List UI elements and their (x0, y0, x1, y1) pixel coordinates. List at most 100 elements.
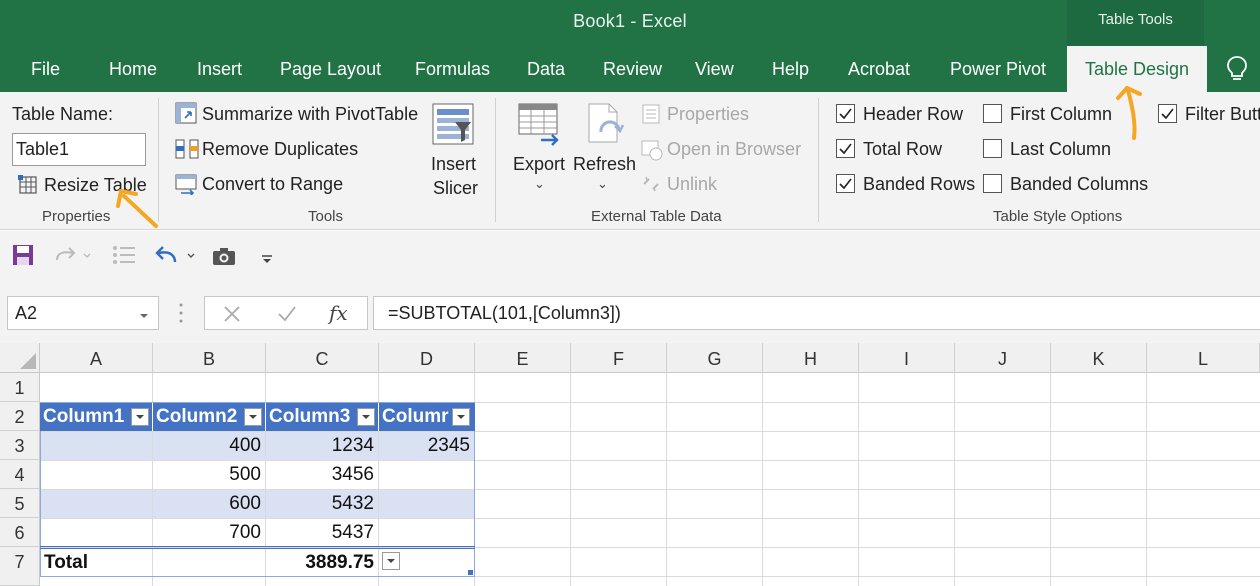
cancel-icon[interactable] (223, 305, 241, 328)
column-header-i[interactable]: I (859, 343, 955, 373)
gridline (1146, 373, 1147, 586)
save-icon[interactable] (12, 244, 34, 271)
filter-button-label[interactable]: Filter Butt (1185, 104, 1260, 125)
open-in-browser-icon (641, 139, 663, 166)
tab-file[interactable]: File (31, 46, 60, 92)
convert-to-range-icon[interactable] (175, 173, 199, 200)
resize-table-icon[interactable] (17, 174, 39, 201)
convert-to-range-button[interactable]: Convert to Range (202, 174, 343, 195)
customize-qat-dropdown-icon[interactable] (260, 251, 274, 269)
cell-b5[interactable]: 600 (153, 489, 265, 518)
summarize-pivottable-button[interactable]: Summarize with PivotTable (202, 104, 418, 125)
redo-icon[interactable] (54, 246, 92, 269)
cell-b3[interactable]: 400 (153, 431, 265, 460)
column-header-f[interactable]: F (571, 343, 667, 373)
total-row-label[interactable]: Total Row (863, 139, 942, 160)
filter-dropdown-icon[interactable] (131, 408, 149, 426)
group-divider (495, 98, 496, 222)
row-header-6[interactable]: 6 (0, 518, 40, 547)
gridline (858, 373, 859, 586)
header-row-checkbox[interactable] (836, 104, 855, 123)
remove-duplicates-button[interactable]: Remove Duplicates (202, 139, 358, 160)
ribbon-tabs: File Home Insert Page Layout Formulas Da… (0, 46, 1260, 92)
remove-duplicates-icon[interactable] (175, 138, 199, 165)
cell-b4[interactable]: 500 (153, 460, 265, 489)
insert-function-button[interactable]: fx (329, 301, 348, 325)
formula-input[interactable]: =SUBTOTAL(101,[Column3]) (373, 296, 1260, 330)
cell-c4[interactable]: 3456 (266, 460, 378, 489)
bullet-list-icon[interactable] (112, 244, 136, 271)
total-row-checkbox[interactable] (836, 139, 855, 158)
tab-page-layout[interactable]: Page Layout (280, 46, 381, 92)
cell-c5[interactable]: 5432 (266, 489, 378, 518)
header-row-label[interactable]: Header Row (863, 104, 963, 125)
refresh-button[interactable]: Refresh (573, 154, 636, 175)
column-header-d[interactable]: D (379, 343, 475, 373)
column-header-b[interactable]: B (153, 343, 266, 373)
select-all-corner[interactable] (0, 343, 40, 373)
insert-slicer-label-line1[interactable]: Insert (431, 154, 476, 175)
insert-slicer-label-line2[interactable]: Slicer (433, 178, 478, 199)
cell-c7[interactable]: 3889.75 (266, 548, 378, 576)
cell-d3[interactable]: 2345 (379, 431, 474, 460)
banded-columns-checkbox[interactable] (983, 174, 1002, 193)
column-header-h[interactable]: H (763, 343, 859, 373)
name-box[interactable]: A2 (7, 296, 159, 330)
filter-button-checkbox[interactable] (1158, 104, 1177, 123)
tab-power-pivot[interactable]: Power Pivot (950, 46, 1046, 92)
cell-c6[interactable]: 5437 (266, 518, 378, 547)
row-header-4[interactable]: 4 (0, 460, 40, 489)
banded-rows-label[interactable]: Banded Rows (863, 174, 975, 195)
filter-dropdown-icon[interactable] (452, 408, 470, 426)
insert-slicer-icon[interactable] (431, 102, 475, 151)
enter-check-icon[interactable] (277, 305, 297, 328)
last-column-checkbox[interactable] (983, 139, 1002, 158)
table-header-text: Column3 (269, 406, 351, 427)
tab-review[interactable]: Review (603, 46, 662, 92)
name-box-dropdown-icon[interactable] (139, 307, 149, 325)
filter-dropdown-icon[interactable] (357, 408, 375, 426)
total-row-dropdown-icon[interactable] (382, 552, 400, 570)
tab-home[interactable]: Home (109, 46, 157, 92)
tell-me-lightbulb-icon[interactable] (1222, 46, 1252, 92)
row-header-1[interactable]: 1 (0, 373, 40, 402)
last-column-label[interactable]: Last Column (1010, 139, 1111, 160)
column-header-g[interactable]: G (667, 343, 763, 373)
export-dropdown-icon[interactable]: ⌄ (534, 176, 545, 192)
table-resize-handle[interactable] (468, 570, 473, 575)
tab-data[interactable]: Data (527, 46, 565, 92)
first-column-label[interactable]: First Column (1010, 104, 1112, 125)
refresh-dropdown-icon[interactable]: ⌄ (597, 176, 608, 192)
column-header-k[interactable]: K (1051, 343, 1147, 373)
cell-a7-total[interactable]: Total (40, 548, 152, 576)
filter-dropdown-icon[interactable] (244, 408, 262, 426)
column-header-e[interactable]: E (475, 343, 571, 373)
tab-view[interactable]: View (695, 46, 734, 92)
cell-c3[interactable]: 1234 (266, 431, 378, 460)
banded-columns-label[interactable]: Banded Columns (1010, 174, 1148, 195)
tab-formulas[interactable]: Formulas (415, 46, 490, 92)
first-column-checkbox[interactable] (983, 104, 1002, 123)
pivottable-icon[interactable] (175, 102, 197, 129)
refresh-icon[interactable] (585, 102, 625, 153)
gridline (954, 373, 955, 586)
tab-insert[interactable]: Insert (197, 46, 242, 92)
export-button[interactable]: Export (513, 154, 565, 175)
table-style-options-group-label: Table Style Options (993, 208, 1123, 225)
column-header-a[interactable]: A (40, 343, 153, 373)
column-header-l[interactable]: L (1147, 343, 1260, 373)
column-header-c[interactable]: C (266, 343, 379, 373)
tab-acrobat[interactable]: Acrobat (848, 46, 910, 92)
tab-help[interactable]: Help (772, 46, 809, 92)
cell-b6[interactable]: 700 (153, 518, 265, 547)
row-header-5[interactable]: 5 (0, 489, 40, 518)
export-icon[interactable] (517, 102, 563, 153)
undo-icon[interactable] (154, 245, 198, 272)
banded-rows-checkbox[interactable] (836, 174, 855, 193)
table-name-input[interactable] (12, 133, 146, 166)
row-header-2[interactable]: 2 (0, 402, 40, 431)
camera-icon[interactable] (212, 246, 236, 271)
column-header-j[interactable]: J (955, 343, 1051, 373)
row-header-3[interactable]: 3 (0, 431, 40, 460)
row-header-7[interactable]: 7 (0, 547, 40, 586)
